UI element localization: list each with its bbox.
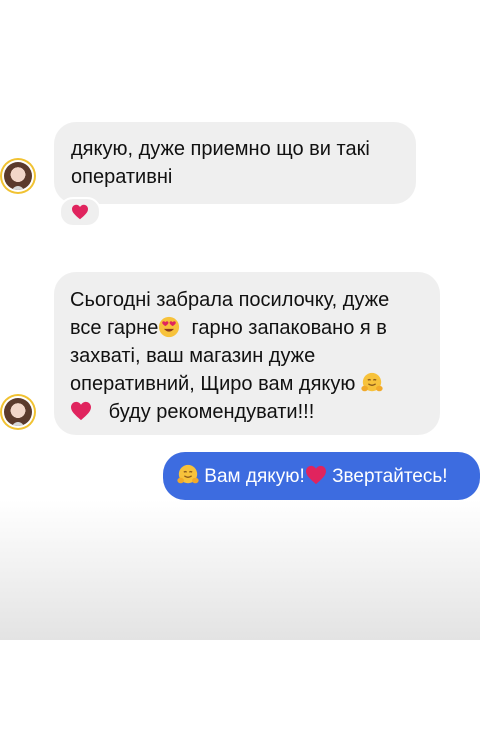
message-text-line: дякую, дуже приемно що ви такі (71, 138, 370, 160)
avatar-ring (2, 396, 34, 428)
message-text-line: оперативні (71, 166, 173, 188)
message-text-fragment: все гарне (70, 317, 159, 339)
sender-avatar[interactable] (0, 158, 36, 194)
message-text-line: буду рекомендувати!!! (70, 398, 424, 426)
chat-thread: дякую, дуже приемно що ви такі оперативн… (0, 0, 480, 640)
sender-avatar[interactable] (0, 394, 36, 430)
red-heart-icon (305, 465, 326, 485)
incoming-message-1[interactable]: дякую, дуже приемно що ви такі оперативн… (54, 122, 416, 204)
red-heart-icon (72, 204, 88, 220)
avatar-photo (4, 398, 32, 426)
message-text-line: захваті, ваш магазин дуже (70, 345, 316, 367)
outgoing-message[interactable]: Вам дякую! Звертайтесь! (163, 452, 480, 500)
incoming-message-2[interactable]: Сьогодні забрала посилочку, дуже все гар… (54, 272, 440, 435)
message-text-fragment: буду рекомендувати!!! (108, 401, 315, 423)
hugging-face-emoji-icon (361, 372, 383, 392)
avatar-ring (2, 160, 34, 192)
message-text-line: все гарне гарно запаковано я в (70, 314, 424, 342)
message-text-fragment: оперативний, Щиро вам дякую (70, 373, 356, 395)
message-text-fragment: Вам дякую! (204, 466, 305, 487)
message-text-fragment: гарно запаковано я в (191, 317, 387, 339)
heart-eyes-emoji-icon (159, 316, 180, 338)
message-text-line: оперативний, Щиро вам дякую (70, 370, 424, 398)
red-heart-icon (71, 401, 91, 421)
hugging-face-emoji-icon (177, 464, 199, 484)
avatar-photo (4, 162, 32, 190)
message-text-fragment: Звертайтесь! (332, 466, 448, 487)
reaction-chip[interactable] (59, 197, 101, 227)
message-text-line: Сьогодні забрала посилочку, дуже (70, 289, 390, 311)
